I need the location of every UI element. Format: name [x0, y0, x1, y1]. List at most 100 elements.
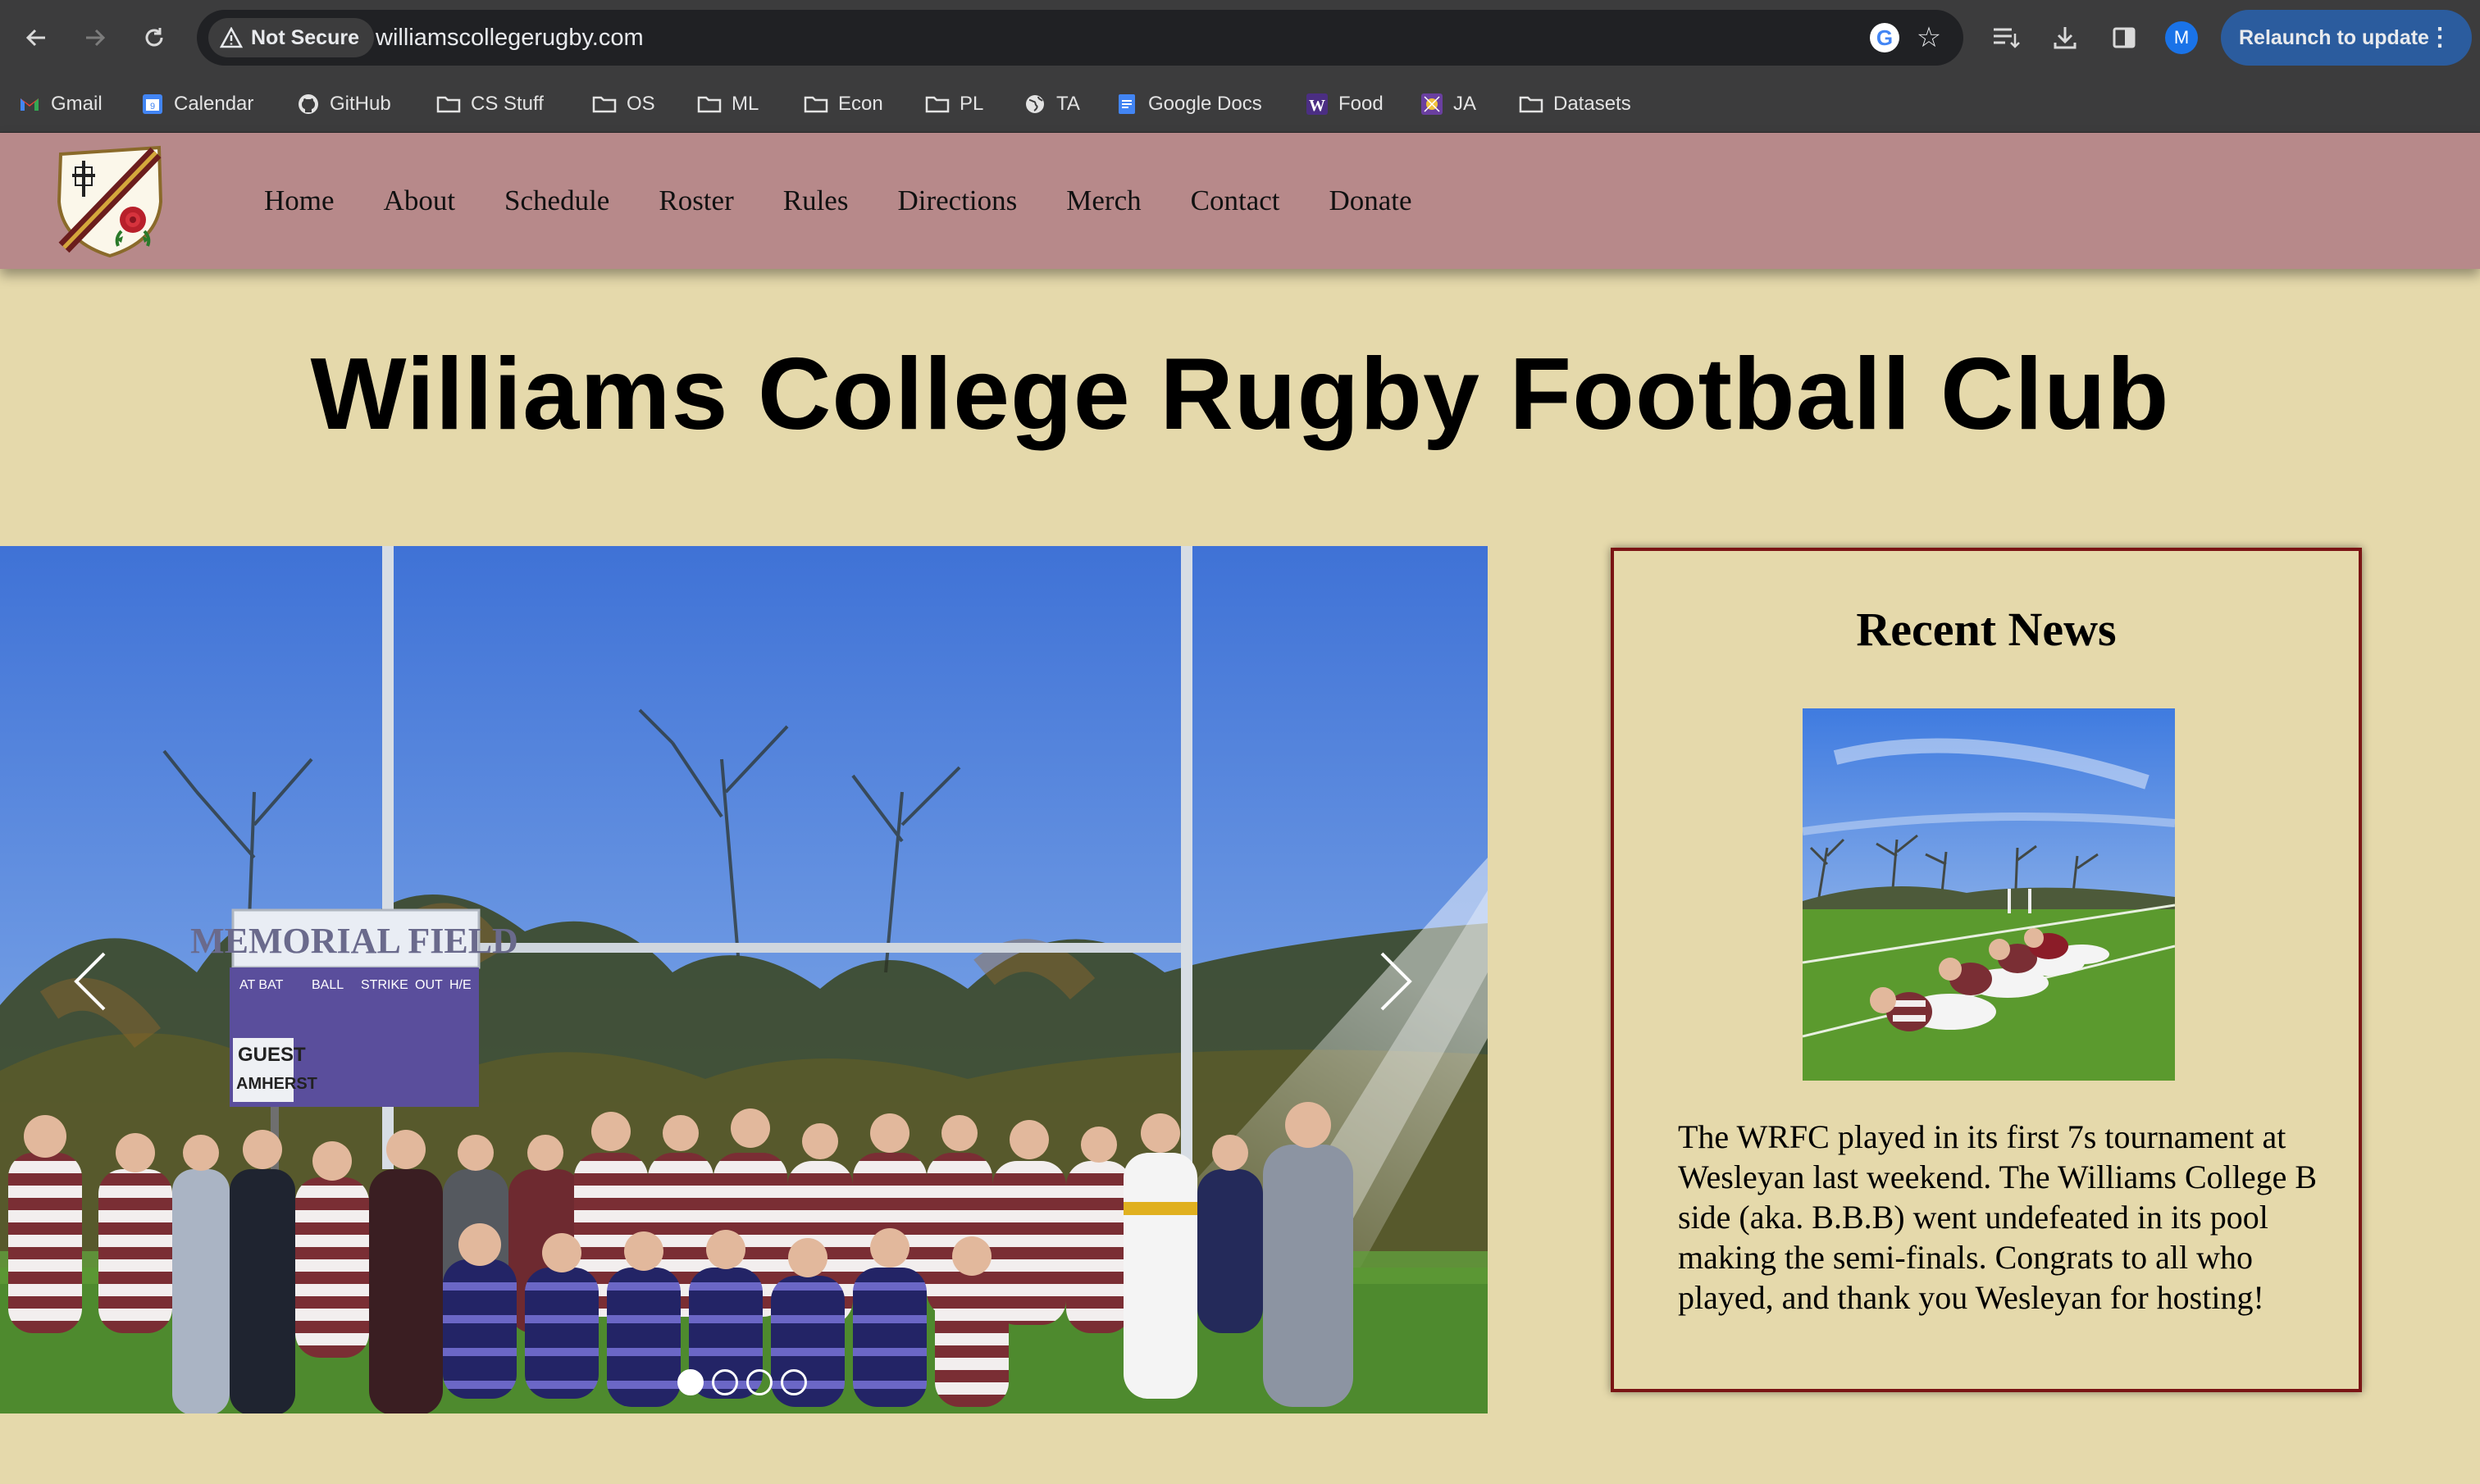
- folder-icon: [804, 96, 828, 113]
- gmail-icon: [21, 98, 39, 111]
- back-arrow-icon: [25, 29, 45, 47]
- folder-icon: [1519, 96, 1543, 113]
- carousel-dot-3[interactable]: [746, 1369, 773, 1395]
- warning-icon: [220, 27, 243, 48]
- bookmark-folder-cs-stuff[interactable]: CS Stuff: [436, 87, 544, 121]
- chevron-left-icon: [74, 952, 106, 1011]
- bookmarks-bar: Gmail 9 Calendar GitHub CS Stuff OS ML E…: [0, 75, 2480, 133]
- bookmark-label: Econ: [838, 93, 883, 115]
- w-icon: W: [1306, 93, 1328, 115]
- bookmark-calendar[interactable]: 9 Calendar: [141, 87, 253, 121]
- nav-merch[interactable]: Merch: [1066, 184, 1141, 217]
- folder-icon: [592, 96, 617, 113]
- reload-icon: [145, 28, 163, 47]
- forward-button[interactable]: [72, 15, 118, 61]
- photo-carousel: MEMORIAL FIELD AT BAT BALL STRIKE OUT H/…: [0, 546, 1488, 1413]
- nav-contact[interactable]: Contact: [1191, 184, 1280, 217]
- svg-text:H/E: H/E: [449, 978, 472, 992]
- nav-schedule[interactable]: Schedule: [504, 184, 609, 217]
- folder-icon: [925, 96, 950, 113]
- bookmark-ja[interactable]: JA: [1420, 87, 1476, 121]
- folder-icon: [697, 96, 722, 113]
- carousel-dot-2[interactable]: [712, 1369, 738, 1395]
- bookmark-label: Calendar: [174, 93, 254, 115]
- carousel-indicators: [677, 1369, 807, 1395]
- site-header: Home About Schedule Roster Rules Directi…: [0, 133, 2480, 269]
- bookmark-google-docs[interactable]: Google Docs: [1115, 87, 1262, 121]
- bookmark-folder-econ[interactable]: Econ: [804, 87, 883, 121]
- news-body: The WRFC played in its first 7s tourname…: [1678, 1118, 2318, 1316]
- url-text[interactable]: williamscollegerugby.com: [376, 10, 644, 66]
- downloads-button[interactable]: [2045, 18, 2085, 57]
- bookmark-label: PL: [960, 93, 984, 115]
- carousel-next-button[interactable]: [1363, 936, 1429, 1027]
- bookmark-folder-ml[interactable]: ML: [697, 87, 759, 121]
- reading-list-button[interactable]: [1986, 18, 2026, 57]
- bookmark-folder-datasets[interactable]: Datasets: [1519, 87, 1631, 121]
- bookmark-label: CS Stuff: [471, 93, 544, 115]
- nav-home[interactable]: Home: [264, 184, 335, 217]
- news-photo-image: [1803, 708, 2175, 1081]
- google-lens-button[interactable]: G: [1868, 21, 1901, 54]
- bookmark-label: Google Docs: [1148, 93, 1262, 115]
- docs-icon: [1119, 94, 1135, 114]
- bookmark-label: Datasets: [1553, 93, 1631, 115]
- bookmark-label: GitHub: [330, 93, 391, 115]
- team-photo: MEMORIAL FIELD AT BAT BALL STRIKE OUT H/…: [0, 546, 1488, 1413]
- svg-text:STRIKE: STRIKE: [361, 978, 408, 992]
- ja-icon: [1421, 93, 1443, 115]
- carousel-dot-4[interactable]: [781, 1369, 807, 1395]
- bookmark-folder-os[interactable]: OS: [592, 87, 655, 121]
- nav-donate[interactable]: Donate: [1329, 184, 1412, 217]
- more-vertical-icon: ⋮: [2428, 24, 2452, 51]
- nav-about[interactable]: About: [384, 184, 456, 217]
- side-panel-button[interactable]: [2104, 18, 2144, 57]
- svg-text:OUT: OUT: [415, 978, 443, 992]
- news-photo: [1803, 708, 2175, 1081]
- bookmark-food[interactable]: W Food: [1306, 87, 1384, 121]
- chevron-right-icon: [1380, 952, 1412, 1011]
- nav-roster[interactable]: Roster: [659, 184, 733, 217]
- svg-text:AMHERST: AMHERST: [236, 1075, 317, 1093]
- reload-button[interactable]: [131, 15, 177, 61]
- bookmark-label: OS: [627, 93, 655, 115]
- back-button[interactable]: [13, 15, 59, 61]
- recent-news-panel: Recent News The WRFC played in its first…: [1611, 548, 2362, 1392]
- carousel-dot-1[interactable]: [677, 1369, 704, 1395]
- security-chip[interactable]: Not Secure: [208, 18, 374, 57]
- reading-list-icon: [1994, 28, 2020, 48]
- bookmark-label: TA: [1056, 93, 1080, 115]
- main-nav: Home About Schedule Roster Rules Directi…: [264, 133, 1412, 269]
- svg-text:MEMORIAL FIELD: MEMORIAL FIELD: [190, 921, 518, 961]
- forward-arrow-icon: [86, 29, 106, 47]
- carousel-prev-button[interactable]: [57, 936, 123, 1027]
- relaunch-button[interactable]: Relaunch to update ⋮: [2221, 10, 2472, 66]
- svg-text:BALL: BALL: [312, 978, 344, 992]
- bookmark-gmail[interactable]: Gmail: [18, 87, 103, 121]
- bookmark-folder-pl[interactable]: PL: [925, 87, 983, 121]
- bookmark-label: ML: [732, 93, 759, 115]
- bookmark-ta[interactable]: TA: [1023, 87, 1080, 121]
- svg-text:AT BAT: AT BAT: [239, 978, 284, 992]
- bookmark-label: Gmail: [51, 93, 103, 115]
- svg-text:W: W: [1309, 97, 1325, 115]
- calendar-icon: 9: [143, 94, 162, 114]
- news-title: Recent News: [1856, 603, 2117, 656]
- globe-icon: [1026, 95, 1044, 113]
- svg-text:9: 9: [150, 102, 155, 112]
- nav-directions[interactable]: Directions: [897, 184, 1017, 217]
- relaunch-label: Relaunch to update: [2239, 25, 2429, 49]
- nav-rules[interactable]: Rules: [783, 184, 849, 217]
- svg-text:GUEST: GUEST: [238, 1044, 306, 1066]
- security-label: Not Secure: [251, 25, 359, 49]
- bookmark-label: JA: [1453, 93, 1477, 115]
- browser-toolbar: Not Secure williamscollegerugby.com G ☆ …: [0, 0, 2480, 75]
- club-crest-logo[interactable]: [52, 144, 167, 259]
- profile-avatar[interactable]: M: [2165, 21, 2198, 54]
- bookmark-star-button[interactable]: ☆: [1912, 21, 1945, 54]
- star-icon: ☆: [1916, 22, 1942, 53]
- address-bar[interactable]: Not Secure williamscollegerugby.com G ☆: [197, 10, 1963, 66]
- download-icon: [2054, 27, 2077, 49]
- github-icon: [299, 94, 318, 114]
- bookmark-github[interactable]: GitHub: [297, 87, 391, 121]
